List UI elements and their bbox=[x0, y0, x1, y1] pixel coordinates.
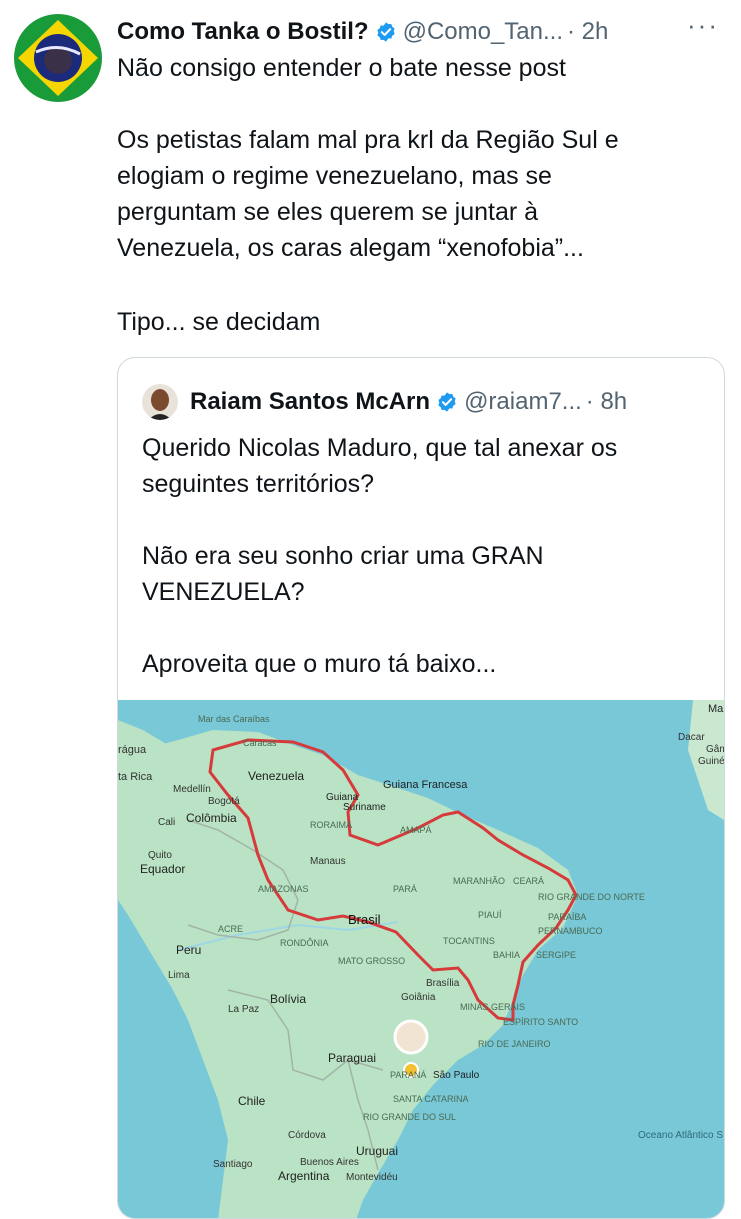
map-label: Goiânia bbox=[401, 992, 436, 1003]
map-label: Bogotá bbox=[208, 796, 240, 807]
tweet-text-line: elogiam o regime venezuelano, mas se bbox=[117, 162, 552, 190]
map-label: Dacar bbox=[678, 732, 705, 743]
map-label: Lima bbox=[168, 970, 190, 981]
tweet-text-line: Os petistas falam mal pra krl da Região … bbox=[117, 126, 619, 154]
map-label: ACRE bbox=[218, 924, 243, 934]
map-label: Montevidéu bbox=[346, 1172, 398, 1183]
tweet-text-line: Não consigo entender o bate nesse post bbox=[117, 54, 566, 82]
map-label: Santiago bbox=[213, 1159, 253, 1170]
author-handle[interactable]: @Como_Tan... bbox=[403, 18, 563, 46]
map-label: Medellín bbox=[173, 784, 211, 795]
map-label: PARANÁ bbox=[390, 1070, 426, 1080]
map-label: MINAS GERAIS bbox=[460, 1002, 525, 1012]
tweet-header: Como Tanka o Bostil? @Como_Tan... · 2h bbox=[117, 12, 721, 52]
map-label: PERNAMBUCO bbox=[538, 926, 603, 936]
quote-author-handle[interactable]: @raiam7... bbox=[464, 388, 582, 416]
map-label: Equador bbox=[140, 862, 185, 876]
map-label: Colômbia bbox=[186, 811, 237, 825]
map-label: Quito bbox=[148, 850, 172, 861]
map-label: AMAZONAS bbox=[258, 884, 309, 894]
map-label: Chile bbox=[238, 1094, 266, 1108]
quote-body: Querido Nicolas Maduro, que tal anexar o… bbox=[142, 430, 702, 682]
map-label: MATO GROSSO bbox=[338, 956, 405, 966]
quote-time[interactable]: · 8h bbox=[586, 388, 627, 416]
quote-text-line: seguintes territórios? bbox=[142, 470, 375, 498]
map-label: Buenos Aires bbox=[300, 1157, 359, 1168]
map-label: Peru bbox=[176, 943, 201, 957]
map-label: BAHIA bbox=[493, 950, 520, 960]
map-label: Caracas bbox=[243, 738, 277, 748]
tweet-text-line: perguntam se eles querem se juntar à bbox=[117, 198, 539, 226]
south-america-map[interactable]: Mar das Caraíbas Caracas rágua ta Rica V… bbox=[118, 700, 724, 1219]
map-label: TOCANTINS bbox=[443, 936, 495, 946]
more-options-icon[interactable]: ··· bbox=[687, 10, 719, 41]
quote-header: Raiam Santos McArn @raiam7... · 8h bbox=[142, 382, 627, 422]
quote-text-line: Não era seu sonho criar uma GRAN bbox=[142, 542, 544, 570]
map-label: Oceano Atlântico S bbox=[638, 1130, 723, 1141]
author-avatar[interactable] bbox=[14, 14, 102, 102]
map-label: PARAÍBA bbox=[548, 912, 586, 922]
verified-badge-icon bbox=[438, 392, 456, 412]
map-label: Brasília bbox=[426, 978, 460, 989]
map-label: AMAPÁ bbox=[400, 825, 432, 835]
map-label: Argentina bbox=[278, 1169, 330, 1183]
brazil-flag-avatar-icon bbox=[14, 14, 102, 102]
tweet-time[interactable]: · 2h bbox=[567, 18, 608, 46]
map-label: Gâmb bbox=[706, 744, 724, 755]
map-label: ta Rica bbox=[118, 771, 153, 783]
author-name[interactable]: Como Tanka o Bostil? bbox=[117, 18, 369, 46]
quote-author-name[interactable]: Raiam Santos McArn bbox=[190, 388, 430, 416]
map-label: MARANHÃO bbox=[453, 876, 505, 886]
map-label: Uruguai bbox=[356, 1144, 398, 1158]
map-label: RORAIMA bbox=[310, 820, 352, 830]
map-label: rágua bbox=[118, 744, 147, 756]
map-label: Mar das Caraíbas bbox=[198, 714, 270, 724]
verified-badge-icon bbox=[376, 22, 395, 42]
map-label: SANTA CATARINA bbox=[393, 1094, 469, 1104]
map-label: São Paulo bbox=[433, 1070, 480, 1081]
quote-author-avatar[interactable] bbox=[142, 384, 178, 420]
map-label: Cali bbox=[158, 817, 175, 828]
person-avatar-icon bbox=[142, 384, 178, 420]
tweet-text-line: Tipo... se decidam bbox=[117, 308, 321, 336]
map-label: Guiné- bbox=[698, 756, 724, 767]
map-label: Brasil bbox=[348, 912, 381, 927]
map-label: Bolívia bbox=[270, 992, 306, 1006]
quote-text-line: Querido Nicolas Maduro, que tal anexar o… bbox=[142, 434, 618, 462]
map-label: PIAUÍ bbox=[478, 910, 502, 920]
map-label: Guiana Francesa bbox=[383, 779, 468, 791]
map-label: RIO DE JANEIRO bbox=[478, 1039, 551, 1049]
map-label: La Paz bbox=[228, 1004, 259, 1015]
map-label: RIO GRANDE DO SUL bbox=[363, 1112, 456, 1122]
tweet-text-line: Venezuela, os caras alegam “xenofobia”..… bbox=[117, 234, 584, 262]
map-label: Paraguai bbox=[328, 1051, 376, 1065]
map-label: PARÁ bbox=[393, 884, 417, 894]
map-label: Córdova bbox=[288, 1130, 326, 1141]
map-label: Suriname bbox=[343, 802, 386, 813]
map-label: Venezuela bbox=[248, 769, 304, 783]
quote-text-line: Aproveita que o muro tá baixo... bbox=[142, 650, 497, 678]
map-pin-avatar[interactable] bbox=[393, 1019, 429, 1055]
map-label: Manaus bbox=[310, 856, 346, 867]
map-label: RONDÔNIA bbox=[280, 938, 329, 948]
map-label: RIO GRANDE DO NORTE bbox=[538, 892, 645, 902]
map-label: Ma bbox=[708, 703, 724, 715]
quoted-tweet[interactable]: Raiam Santos McArn @raiam7... · 8h Queri… bbox=[117, 357, 725, 1219]
map-label: CEARÁ bbox=[513, 876, 544, 886]
map-label: SERGIPE bbox=[536, 950, 576, 960]
map-label: ESPÍRITO SANTO bbox=[503, 1017, 578, 1027]
quote-text-line: VENEZUELA? bbox=[142, 578, 305, 606]
